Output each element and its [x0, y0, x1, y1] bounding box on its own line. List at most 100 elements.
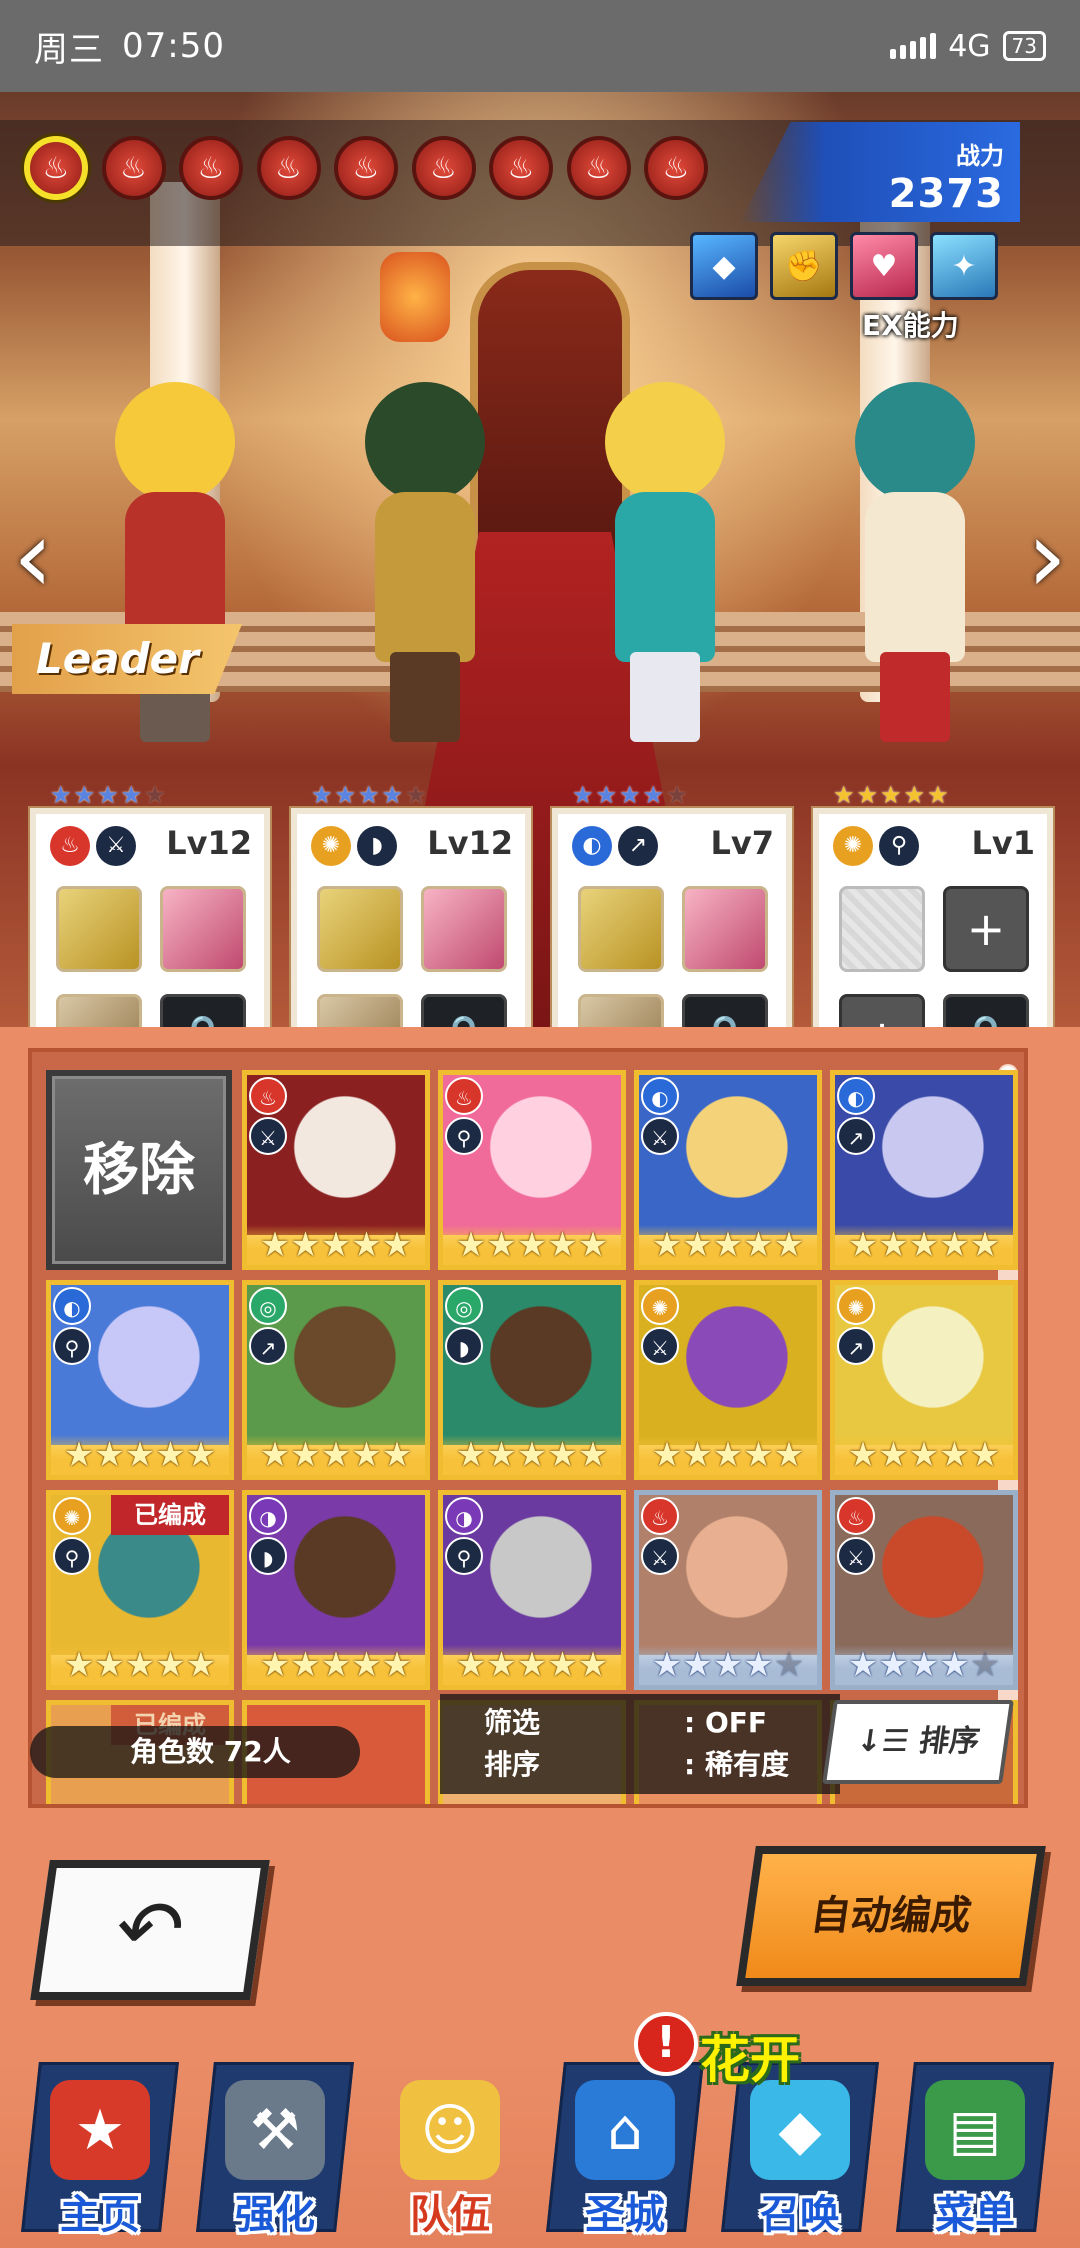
roster-unit[interactable]: ✺ ↗ ★ ★ ★ ★ ★ — [830, 1280, 1018, 1480]
ex-crystal-icon[interactable]: ◆ — [690, 232, 758, 300]
next-party-arrow[interactable]: › — [1022, 492, 1072, 622]
nav-party[interactable]: ☺ 队伍 — [370, 2050, 530, 2248]
roster-unit[interactable]: ♨ ⚲ ★ ★ ★ ★ ★ — [438, 1070, 626, 1270]
roster-unit[interactable]: ◑ ⚲ ★ ★ ★ ★ ★ — [438, 1490, 626, 1690]
star-icon: ★ — [94, 1435, 125, 1475]
dragon-slot[interactable]: + — [943, 886, 1029, 972]
party-slot-3[interactable]: ★★★★★ ◐ ↗ Lv7 🔒 — [552, 782, 792, 1027]
auto-form-button[interactable]: 自动编成 — [736, 1846, 1046, 1986]
rarity-stars: ★ ★ ★ ★ ★ — [639, 1645, 817, 1685]
roster-unit[interactable]: ✺ ⚔ ★ ★ ★ ★ ★ — [634, 1280, 822, 1480]
weapon-slot[interactable] — [839, 886, 925, 972]
party-card: ♨ ⚔ Lv12 🔒 — [30, 808, 270, 1027]
star-icon: ★ — [351, 1435, 382, 1475]
star-icon: ★ — [290, 1225, 321, 1265]
character-head — [605, 382, 725, 502]
star-icon: ★ — [516, 1645, 548, 1685]
party-slot-4[interactable]: ★★★★★ ✺ ⚲ Lv1 + + 🔒 — [813, 782, 1053, 1027]
sort-button-label: 排序 — [916, 1724, 982, 1759]
sort-button[interactable]: ↓☰ 排序 — [822, 1700, 1014, 1784]
wyrmprint-slot[interactable]: + — [839, 994, 925, 1027]
roster-unit[interactable]: ♨ ⚔ ★ ★ ★ ★ ★ — [634, 1490, 822, 1690]
prev-party-arrow[interactable]: ‹ — [8, 492, 58, 622]
dragon-slot[interactable] — [682, 886, 768, 972]
rarity-stars: ★ ★ ★ ★ ★ — [247, 1645, 425, 1685]
star-icon: ★ — [572, 781, 594, 809]
nav-label: 圣城 — [585, 2192, 665, 2238]
staff-weapon-icon: ⚲ — [53, 1537, 91, 1575]
roster-unit[interactable]: ◎ ↗ ★ ★ ★ ★ ★ — [242, 1280, 430, 1480]
weapon-slot[interactable] — [317, 886, 403, 972]
fire-filter-icon[interactable]: ♨ — [644, 136, 708, 200]
roster-unit[interactable]: ◐ ⚲ ★ ★ ★ ★ ★ — [46, 1280, 234, 1480]
shadow-element-icon: ◑ — [249, 1497, 287, 1535]
fire-filter-icon[interactable]: ♨ — [334, 136, 398, 200]
sword-weapon-icon: ⚔ — [641, 1537, 679, 1575]
star-icon: ★ — [516, 1225, 548, 1265]
star-icon: ★ — [185, 1435, 217, 1475]
nav-castle[interactable]: ⌂ 圣城 — [545, 2050, 705, 2248]
locked-slot[interactable]: 🔒 — [421, 994, 507, 1027]
party-character-3[interactable] — [570, 352, 760, 742]
rarity-stars: ★ ★ ★ ★ ★ — [443, 1435, 621, 1475]
remove-button[interactable]: 移除 — [46, 1070, 232, 1270]
fire-filter-icon[interactable]: ♨ — [566, 136, 631, 200]
roster-unit[interactable]: ♨ ⚔ ★ ★ ★ ★ ★ — [830, 1490, 1018, 1690]
ex-fist-icon[interactable]: ✊ — [770, 232, 838, 300]
roster-unit[interactable]: ✺ ⚲ ★ ★ ★ ★ ★ 已编成 — [46, 1490, 234, 1690]
party-character-4[interactable] — [820, 352, 1010, 742]
roster-unit[interactable]: ◑ ◗ ★ ★ ★ ★ ★ — [242, 1490, 430, 1690]
star-icon: ★ — [577, 1225, 609, 1265]
locked-slot[interactable]: 🔒 — [160, 994, 246, 1027]
rarity-stars: ★ ★ ★ ★ ★ — [639, 1435, 817, 1475]
nav-book[interactable]: ▤ 菜单 — [895, 2050, 1055, 2248]
fire-filter-icon[interactable]: ♨ — [256, 136, 321, 200]
party-slot-2[interactable]: ★★★★★ ✺ ◗ Lv12 🔒 — [291, 782, 531, 1027]
nav-hammer[interactable]: ⚒ 强化 — [195, 2050, 355, 2248]
rarity-stars: ★ ★ ★ ★ ★ — [639, 1225, 817, 1265]
wyrmprint-slot[interactable] — [578, 994, 664, 1027]
star-icon: ★ — [259, 1645, 291, 1685]
fire-filter-icon[interactable]: ♨ — [24, 136, 88, 200]
water-element-icon: ◐ — [572, 826, 612, 866]
home-icon: ★ — [50, 2080, 150, 2180]
ex-sparkle-icon[interactable]: ✦ — [930, 232, 998, 300]
back-button[interactable]: ↶ — [30, 1860, 270, 2000]
fire-filter-icon[interactable]: ♨ — [179, 136, 243, 200]
rarity-stars: ★ ★ ★ ★ ★ — [835, 1435, 1013, 1475]
fire-filter-icon[interactable]: ♨ — [411, 136, 476, 200]
weapon-slot[interactable] — [578, 886, 664, 972]
nav-home[interactable]: ★ 主页 — [20, 2050, 180, 2248]
fire-filter-icon[interactable]: ♨ — [101, 136, 166, 200]
fire-filter-icon[interactable]: ♨ — [489, 136, 553, 200]
star-icon: ★ — [486, 1225, 517, 1265]
roster-unit[interactable]: ◐ ⚔ ★ ★ ★ ★ ★ — [634, 1070, 822, 1270]
weapon-slot[interactable] — [56, 886, 142, 972]
light-element-icon: ✺ — [837, 1287, 875, 1325]
roster-unit[interactable]: ◎ ◗ ★ ★ ★ ★ ★ — [438, 1280, 626, 1480]
dragon-slot[interactable] — [160, 886, 246, 972]
locked-slot[interactable]: 🔒 — [943, 994, 1029, 1027]
star-icon: ★ — [878, 1225, 909, 1265]
wyrmprint-slot[interactable] — [56, 994, 142, 1027]
staff-weapon-icon: ⚲ — [445, 1117, 483, 1155]
filter-sort-status[interactable]: 筛选: OFF 排序: 稀有度 — [440, 1694, 840, 1794]
sword-weapon-icon: ⚔ — [249, 1117, 287, 1155]
roster-unit[interactable]: ♨ ⚔ ★ ★ ★ ★ ★ — [242, 1070, 430, 1270]
star-icon: ★ — [743, 1225, 774, 1265]
star-icon: ★ — [651, 1645, 683, 1685]
staff-weapon-icon: ⚲ — [445, 1537, 483, 1575]
party-character-2[interactable] — [330, 352, 520, 742]
locked-slot[interactable]: 🔒 — [682, 994, 768, 1027]
roster-unit[interactable]: ◐ ↗ ★ ★ ★ ★ ★ — [830, 1070, 1018, 1270]
wyrmprint-slot[interactable] — [317, 994, 403, 1027]
bottom-navigation: ★ 主页 ⚒ 强化 ☺ 队伍 ⌂ 圣城 ◆ 召唤 ▤ 菜单 — [0, 2050, 1080, 2248]
back-arrow-icon: ↶ — [110, 1883, 191, 1976]
dragon-slot[interactable] — [421, 886, 507, 972]
party-slot-1[interactable]: ★★★★★ ♨ ⚔ Lv12 🔒 — [30, 782, 270, 1027]
star-icon: ★ — [969, 1645, 1001, 1685]
event-banner[interactable]: 花开 — [700, 2020, 800, 2092]
ex-heart-icon[interactable]: ♥ — [850, 232, 918, 300]
rarity-stars: ★ ★ ★ ★ ★ — [51, 1435, 229, 1475]
lock-icon: 🔒 — [177, 1012, 229, 1027]
